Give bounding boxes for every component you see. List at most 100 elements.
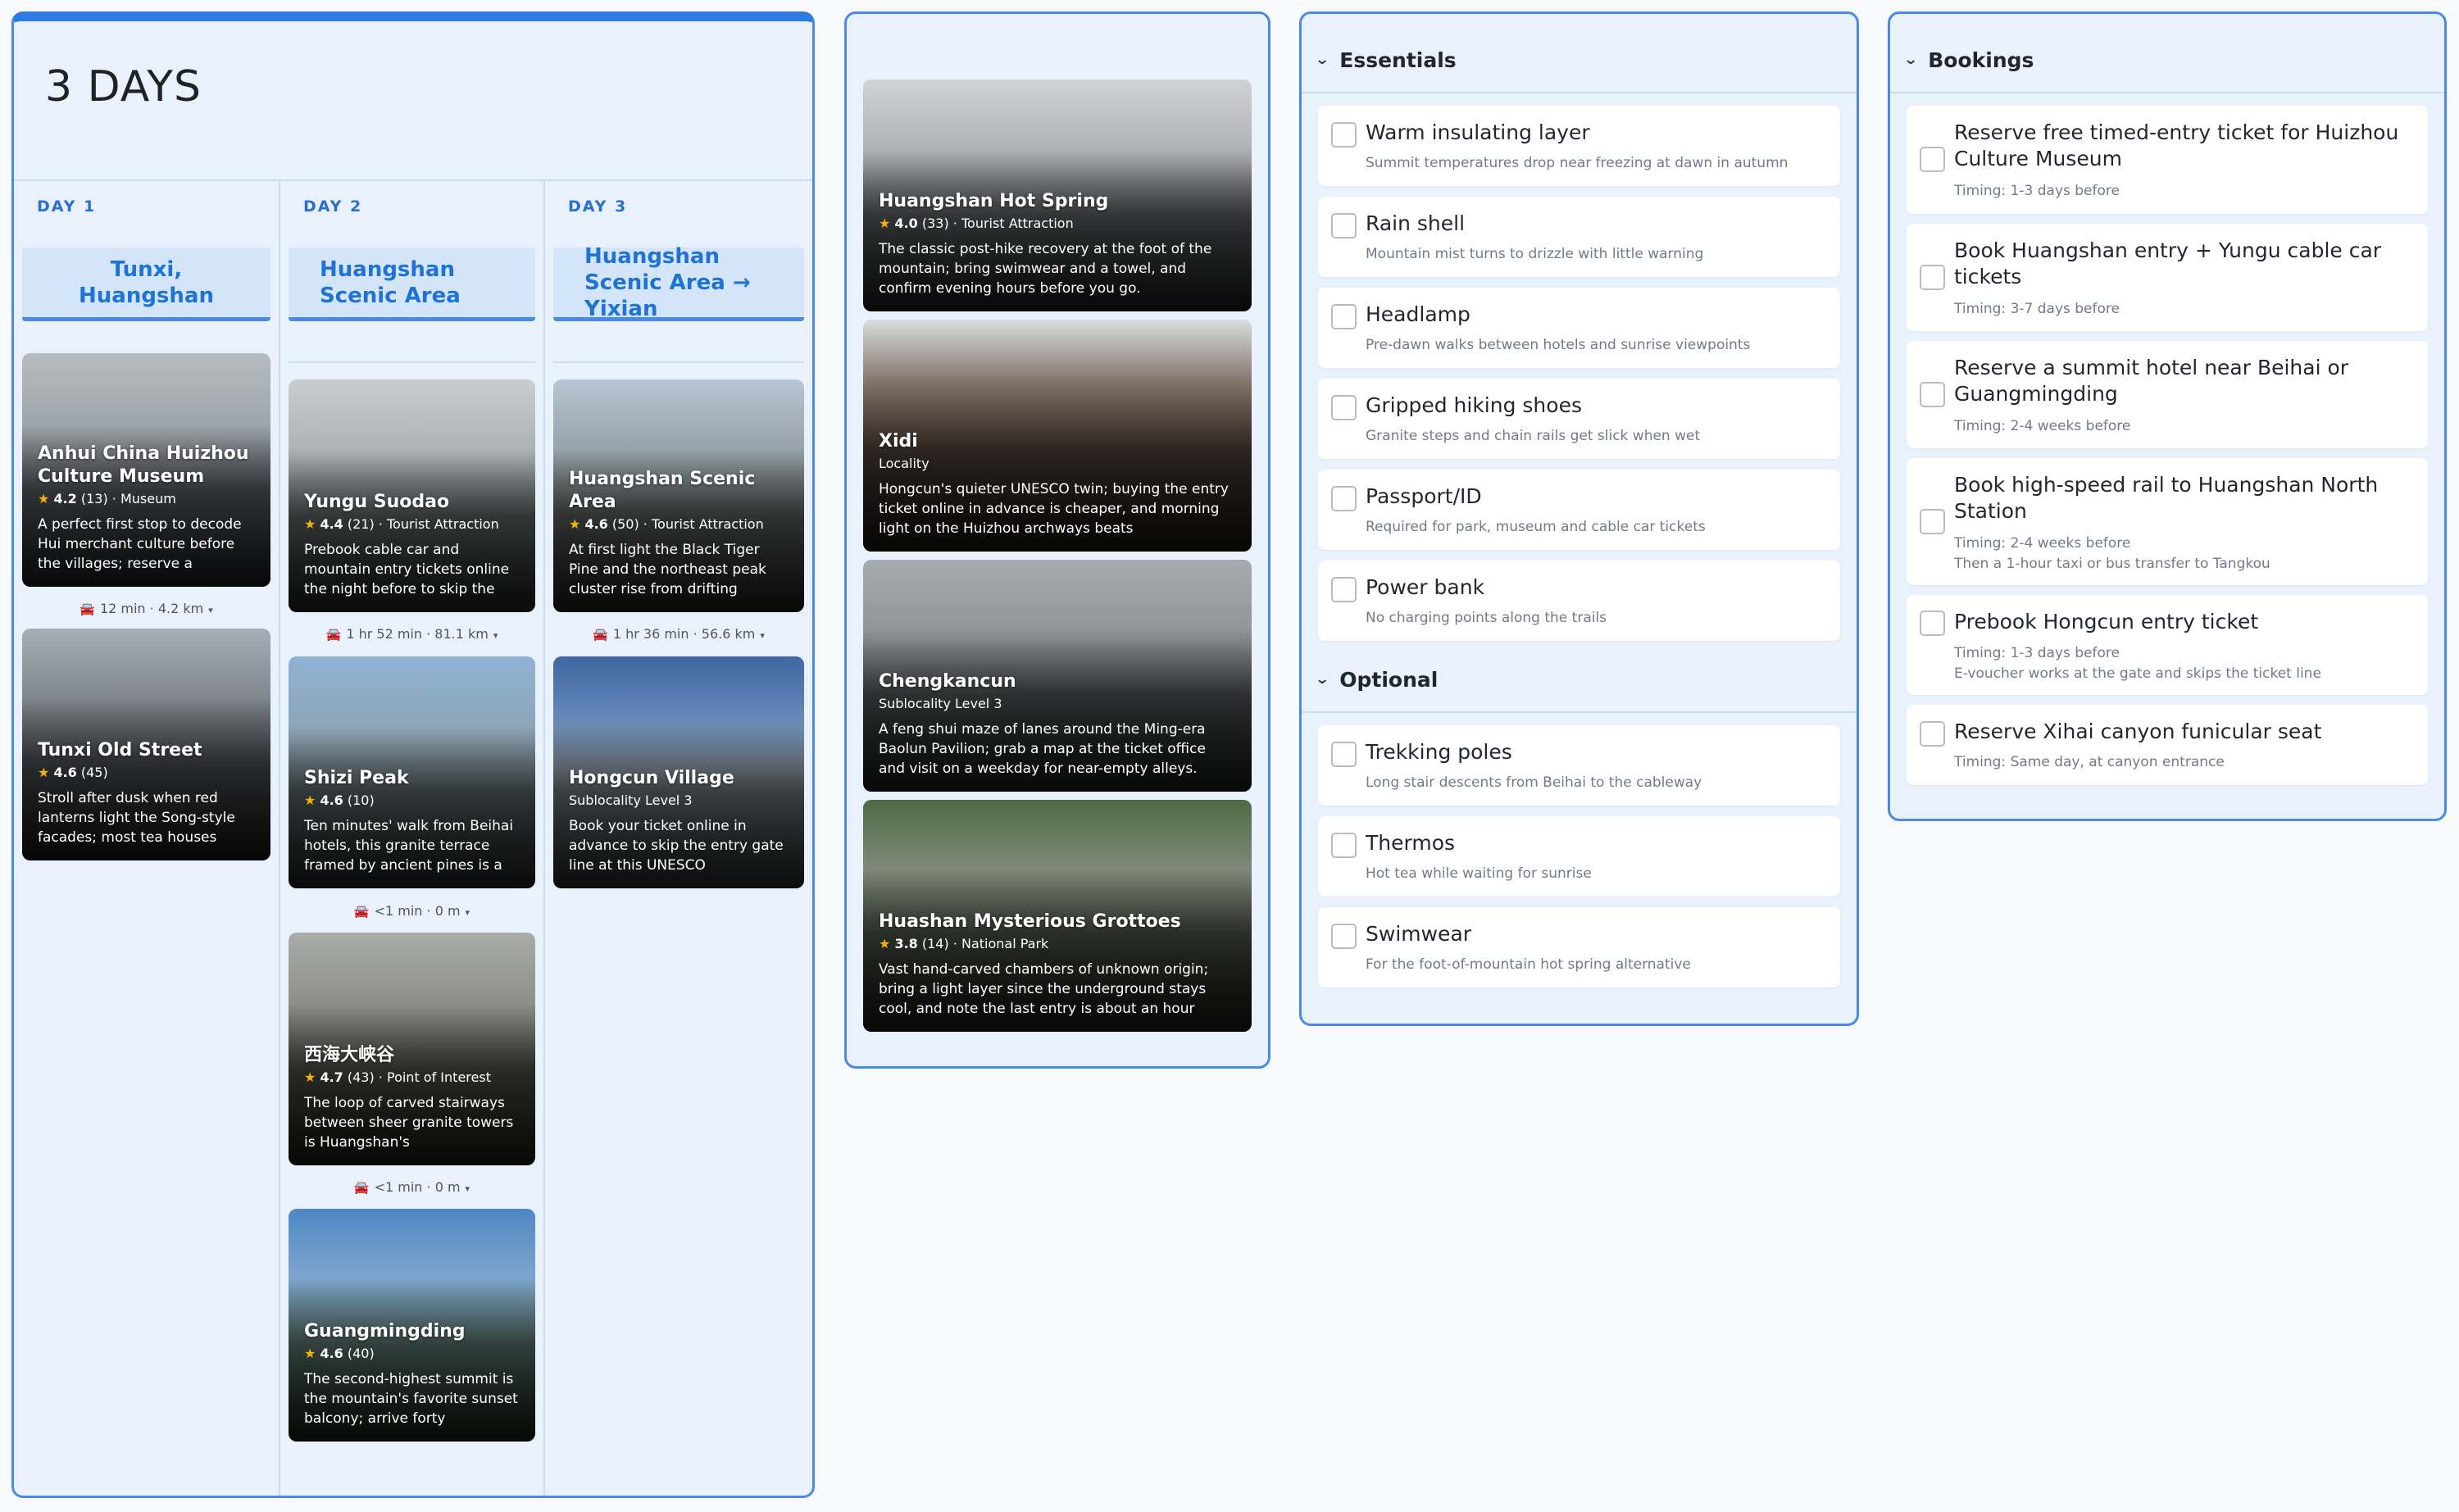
place-name: Shizi Peak (304, 768, 409, 788)
checklist-item: Swimwear For the foot-of-mountain hot spr… (1318, 907, 1840, 988)
day-column-1: DAY 1 Tunxi, Huangshan Anhui China Huizh… (14, 179, 279, 1496)
place-description: The second-highest summit is the mountai… (304, 1371, 518, 1427)
place-card[interactable]: Xidi Locality Hongcun's quieter UNESCO t… (863, 320, 1252, 552)
star-icon: ★ (38, 765, 50, 780)
place-name: Huangshan Hot Spring (879, 191, 1109, 211)
checkbox[interactable] (1331, 213, 1357, 238)
booking-item: Book Huangshan entry + Yungu cable car t… (1907, 224, 2428, 331)
caret-down-icon: ▾ (493, 630, 498, 641)
checkbox[interactable] (1331, 486, 1357, 511)
star-icon: ★ (304, 1346, 316, 1361)
star-icon: ★ (879, 216, 891, 231)
day-location-chip[interactable]: Tunxi, Huangshan (22, 247, 270, 321)
place-name: Hongcun Village (569, 768, 734, 788)
checkbox[interactable] (1331, 122, 1357, 148)
divider (553, 361, 804, 363)
essentials-header[interactable]: ⌄ Essentials (1302, 28, 1857, 93)
place-name: Xidi (879, 431, 918, 452)
caret-down-icon: ▾ (465, 907, 470, 918)
checkbox[interactable] (1331, 395, 1357, 420)
day-column-3: DAY 3 Huangshan Scenic Area → Yixian Hua… (543, 179, 812, 1496)
place-card[interactable]: Guangmingding ★ 4.6 (40) The second-high… (289, 1209, 535, 1442)
checkbox[interactable] (1331, 742, 1357, 767)
travel-segment[interactable]: 🚘 <1 min · 0 m ▾ (280, 1179, 543, 1195)
checkbox[interactable] (1920, 611, 1945, 636)
place-card[interactable]: Shizi Peak ★ 4.6 (10) Ten minutes' walk … (289, 656, 535, 888)
star-icon: ★ (304, 792, 316, 808)
place-name: Anhui China Huizhou Culture Museum (38, 443, 249, 487)
chevron-down-icon: ⌄ (1314, 671, 1330, 688)
checkbox[interactable] (1920, 721, 1945, 747)
booking-item: Book high-speed rail to Huangshan North … (1907, 458, 2428, 585)
day-location-chip[interactable]: Huangshan Scenic Area (289, 247, 535, 321)
place-card[interactable]: Tunxi Old Street ★ 4.6 (45) Stroll after… (22, 629, 270, 860)
optional-header[interactable]: ⌄ Optional (1302, 647, 1857, 713)
star-icon: ★ (879, 936, 891, 951)
place-card[interactable]: Chengkancun Sublocality Level 3 A feng s… (863, 560, 1252, 792)
checklist-item: Gripped hiking shoes Granite steps and ch… (1318, 379, 1840, 459)
checklist-item: Headlamp Pre-dawn walks between hotels an… (1318, 288, 1840, 368)
travel-segment[interactable]: 🚘 12 min · 4.2 km ▾ (14, 601, 279, 616)
place-card[interactable]: Huangshan Hot Spring ★ 4.0 (33) · Touris… (863, 79, 1252, 311)
checkbox[interactable] (1920, 382, 1945, 407)
travel-segment[interactable]: 🚘 1 hr 52 min · 81.1 km ▾ (280, 626, 543, 642)
place-description: Ten minutes' walk from Beihai hotels, th… (304, 818, 514, 874)
place-card[interactable]: Huashan Mysterious Grottoes ★ 3.8 (14) ·… (863, 800, 1252, 1032)
day-column-2: DAY 2 Huangshan Scenic Area Yungu Suodao… (279, 179, 543, 1496)
booking-item: Reserve free timed-entry ticket for Huiz… (1907, 106, 2428, 214)
itinerary-title: 3 DAYS (45, 62, 202, 111)
day-location-chip[interactable]: Huangshan Scenic Area → Yixian (553, 244, 804, 321)
checklist-item: Thermos Hot tea while waiting for sunrise (1318, 816, 1840, 897)
travel-segment[interactable]: 🚘 1 hr 36 min · 56.6 km ▾ (545, 626, 812, 642)
checkbox[interactable] (1920, 147, 1945, 172)
place-card[interactable]: Hongcun Village Sublocality Level 3 Book… (553, 656, 804, 888)
travel-segment[interactable]: 🚘 <1 min · 0 m ▾ (280, 903, 543, 919)
checkbox[interactable] (1920, 265, 1945, 290)
star-icon: ★ (569, 516, 581, 532)
chevron-down-icon: ⌄ (1314, 52, 1330, 68)
checkbox[interactable] (1331, 833, 1357, 858)
car-icon: 🚘 (353, 1180, 370, 1195)
day-label: DAY 3 (568, 198, 628, 216)
place-card[interactable]: Anhui China Huizhou Culture Museum ★ 4.2… (22, 353, 270, 587)
place-description: Book your ticket online in advance to sk… (569, 818, 784, 874)
checklist-item: Warm insulating layer Summit temperatures… (1318, 106, 1840, 186)
booking-item: Reserve Xihai canyon funicular seat Timin… (1907, 705, 2428, 785)
chevron-down-icon: ⌄ (1902, 52, 1919, 68)
place-description: Stroll after dusk when red lanterns ligh… (38, 790, 235, 846)
place-card[interactable]: 西海大峡谷 ★ 4.7 (43) · Point of Interest The… (289, 933, 535, 1165)
ideas-panel: Huangshan Hot Spring ★ 4.0 (33) · Touris… (844, 11, 1270, 1069)
place-description: Vast hand-carved chambers of unknown ori… (879, 961, 1209, 1017)
star-icon: ★ (304, 516, 316, 532)
day-label: DAY 2 (303, 198, 363, 216)
day-label: DAY 1 (37, 198, 97, 216)
place-name: Guangmingding (304, 1321, 466, 1342)
divider (289, 361, 535, 363)
place-description: The loop of carved stairways between she… (304, 1095, 514, 1151)
checkbox[interactable] (1920, 509, 1945, 534)
packing-panel: ⌄ Essentials Warm insulating layer Summit … (1299, 11, 1859, 1026)
place-description: A feng shui maze of lanes around the Min… (879, 721, 1206, 777)
place-name: 西海大峡谷 (304, 1045, 395, 1065)
place-description: The classic post-hike recovery at the fo… (879, 241, 1212, 297)
place-name: Tunxi Old Street (38, 740, 202, 761)
place-description: At first light the Black Tiger Pine and … (569, 542, 766, 597)
bookings-panel: ⌄ Bookings Reserve free timed-entry ticke… (1888, 11, 2447, 821)
star-icon: ★ (304, 1069, 316, 1085)
car-icon: 🚘 (353, 904, 370, 919)
booking-item: Prebook Hongcun entry ticket Timing: 1-3 … (1907, 595, 2428, 695)
place-card[interactable]: Huangshan Scenic Area ★ 4.6 (50) · Touri… (553, 379, 804, 612)
place-name: Chengkancun (879, 671, 1016, 692)
booking-item: Reserve a summit hotel near Beihai or Gu… (1907, 341, 2428, 448)
bookings-header[interactable]: ⌄ Bookings (1890, 28, 2444, 93)
car-icon: 🚘 (325, 627, 342, 642)
place-card[interactable]: Yungu Suodao ★ 4.4 (21) · Tourist Attrac… (289, 379, 535, 612)
checklist-item: Passport/ID Required for park, museum and… (1318, 470, 1840, 550)
caret-down-icon: ▾ (760, 630, 765, 641)
place-name: Yungu Suodao (304, 492, 450, 512)
place-description: A perfect first stop to decode Hui merch… (38, 516, 242, 572)
checkbox[interactable] (1331, 924, 1357, 949)
checkbox[interactable] (1331, 304, 1357, 329)
caret-down-icon: ▾ (208, 605, 213, 615)
checkbox[interactable] (1331, 577, 1357, 602)
